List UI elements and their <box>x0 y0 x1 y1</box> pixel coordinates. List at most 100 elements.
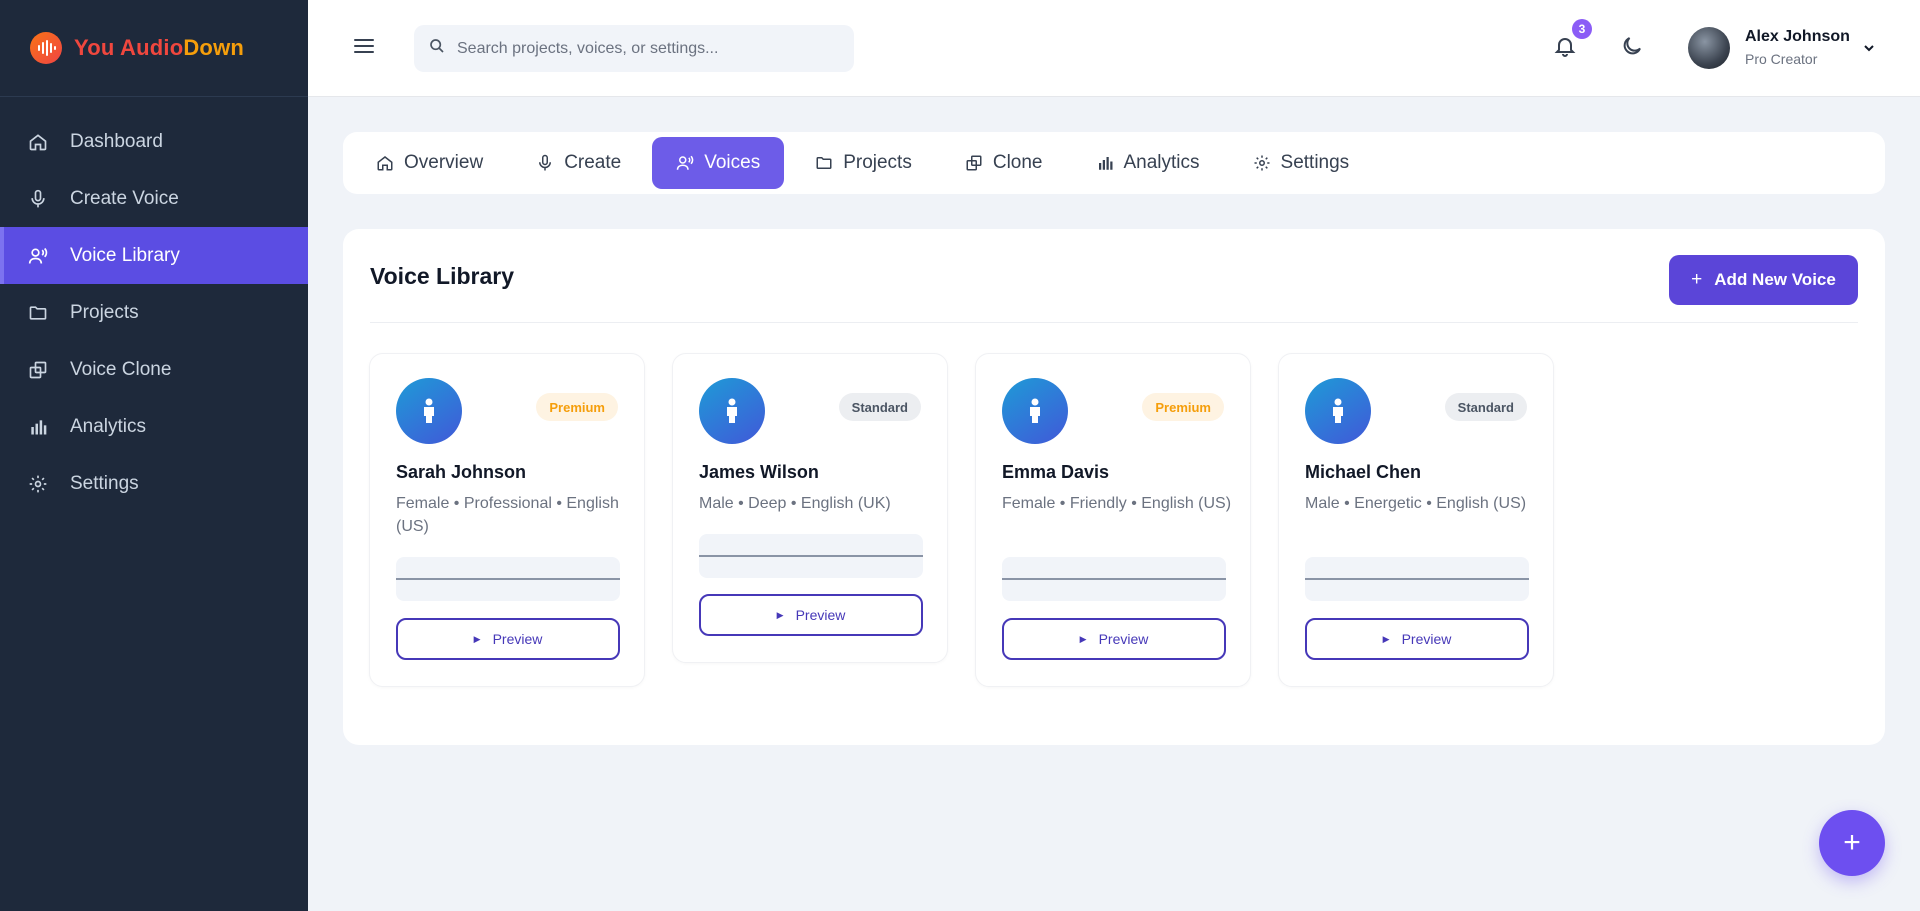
bar-chart-icon <box>1098 157 1112 170</box>
folder-icon <box>28 303 48 323</box>
tab-analytics[interactable]: Analytics <box>1074 137 1222 189</box>
voice-card: Premium Sarah Johnson Female • Professio… <box>369 353 645 687</box>
tab-label: Voices <box>704 152 761 173</box>
waveform-player[interactable] <box>396 557 620 601</box>
tab-label: Create <box>564 152 622 173</box>
plus-icon: + <box>1691 269 1703 290</box>
clone-icon <box>966 155 982 171</box>
search-input[interactable] <box>457 39 837 58</box>
top-tabs: Overview Create Voices Projects Clone An… <box>343 132 1885 194</box>
user-role: Pro Creator <box>1745 51 1818 67</box>
search-bar[interactable] <box>414 25 854 72</box>
voice-avatar <box>1305 378 1371 444</box>
voice-avatar <box>396 378 462 444</box>
sidebar-item-create-voice[interactable]: Create Voice <box>0 170 308 227</box>
preview-button[interactable]: ▶ Preview <box>699 594 923 636</box>
person-icon <box>1030 398 1040 423</box>
waveform-player[interactable] <box>699 534 923 578</box>
sidebar-item-label: Voice Clone <box>70 358 172 380</box>
sidebar-item-projects[interactable]: Projects <box>0 284 308 341</box>
microphone-icon <box>539 154 552 171</box>
sidebar-item-label: Voice Library <box>70 244 180 266</box>
add-new-voice-button[interactable]: + Add New Voice <box>1669 255 1858 305</box>
tab-label: Projects <box>843 152 912 173</box>
dark-mode-moon-icon[interactable] <box>1620 34 1644 58</box>
person-icon <box>727 398 737 423</box>
tab-voices[interactable]: Voices <box>652 137 785 189</box>
voice-users-icon <box>28 246 48 266</box>
play-icon: ▶ <box>776 609 784 620</box>
divider <box>370 322 1858 323</box>
voice-avatar <box>1002 378 1068 444</box>
preview-label: Preview <box>1098 631 1149 647</box>
waveform-player[interactable] <box>1002 557 1226 601</box>
voice-description: Female • Professional • English (US) <box>396 495 619 535</box>
sidebar-item-settings[interactable]: Settings <box>0 455 308 512</box>
tier-badge: Premium <box>536 393 618 421</box>
brand[interactable]: You AudioDown <box>0 0 308 97</box>
home-icon <box>377 156 393 171</box>
sidebar: You AudioDown Dashboard Create Voice Voi… <box>0 0 308 911</box>
microphone-icon <box>28 189 48 209</box>
user-avatar[interactable] <box>1688 27 1730 69</box>
brand-name: You AudioDown <box>74 35 245 60</box>
tab-projects[interactable]: Projects <box>793 137 934 189</box>
tab-label: Analytics <box>1123 152 1200 173</box>
top-header: 3 Alex Johnson Pro Creator <box>308 0 1920 97</box>
notification-bell-icon[interactable] <box>1553 34 1577 58</box>
tab-settings[interactable]: Settings <box>1231 137 1372 189</box>
user-name[interactable]: Alex Johnson <box>1745 28 1850 46</box>
tab-overview[interactable]: Overview <box>354 137 505 189</box>
voice-card: Premium Emma Davis Female • Friendly • E… <box>975 353 1251 687</box>
voice-users-icon <box>676 155 694 170</box>
page-title: Voice Library <box>370 263 515 289</box>
sidebar-item-voice-library[interactable]: Voice Library <box>0 227 308 284</box>
waveform-player[interactable] <box>1305 557 1529 601</box>
sidebar-item-dashboard[interactable]: Dashboard <box>0 113 308 170</box>
voice-name: James Wilson <box>699 462 819 482</box>
preview-label: Preview <box>492 631 543 647</box>
tier-badge: Standard <box>838 393 921 421</box>
gear-icon <box>28 474 48 494</box>
hamburger-menu-icon[interactable] <box>354 36 374 56</box>
notification-count-badge: 3 <box>1572 19 1592 39</box>
folder-icon <box>816 157 832 169</box>
tab-create[interactable]: Create <box>514 137 643 189</box>
voice-description: Female • Friendly • English (US) <box>1002 495 1232 512</box>
sidebar-item-label: Projects <box>70 301 139 323</box>
chevron-down-icon[interactable] <box>1861 40 1877 56</box>
sidebar-item-voice-clone[interactable]: Voice Clone <box>0 341 308 398</box>
sidebar-nav: Dashboard Create Voice Voice Library Pro… <box>0 113 308 512</box>
clone-icon <box>28 360 48 380</box>
preview-button[interactable]: ▶ Preview <box>1002 618 1226 660</box>
play-icon: ▶ <box>1382 633 1390 644</box>
tab-label: Overview <box>404 152 484 173</box>
floating-add-button[interactable]: + <box>1819 810 1885 876</box>
add-new-voice-label: Add New Voice <box>1714 270 1836 289</box>
sidebar-item-label: Analytics <box>70 415 147 437</box>
voice-library-panel: Voice Library + Add New Voice Premium Sa… <box>343 229 1885 745</box>
bar-chart-icon <box>28 417 48 437</box>
voice-card: Standard James Wilson Male • Deep • Engl… <box>672 353 948 663</box>
sidebar-item-label: Settings <box>70 472 139 494</box>
tab-label: Settings <box>1280 152 1350 173</box>
voice-name: Michael Chen <box>1305 462 1422 482</box>
play-icon: ▶ <box>1079 633 1087 644</box>
tab-clone[interactable]: Clone <box>943 137 1065 189</box>
tier-badge: Premium <box>1142 393 1224 421</box>
voice-card: Standard Michael Chen Male • Energetic •… <box>1278 353 1554 687</box>
voice-name: Sarah Johnson <box>396 462 527 482</box>
audio-wave-logo-icon <box>30 32 62 64</box>
sidebar-item-label: Create Voice <box>70 187 179 209</box>
person-icon <box>1333 398 1343 423</box>
preview-label: Preview <box>795 607 846 623</box>
sidebar-item-label: Dashboard <box>70 130 163 152</box>
play-icon: ▶ <box>473 633 481 644</box>
voice-description: Male • Deep • English (UK) <box>699 495 891 512</box>
sidebar-item-analytics[interactable]: Analytics <box>0 398 308 455</box>
preview-label: Preview <box>1401 631 1452 647</box>
preview-button[interactable]: ▶ Preview <box>396 618 620 660</box>
voice-description: Male • Energetic • English (US) <box>1305 495 1527 512</box>
preview-button[interactable]: ▶ Preview <box>1305 618 1529 660</box>
voice-name: Emma Davis <box>1002 462 1110 482</box>
